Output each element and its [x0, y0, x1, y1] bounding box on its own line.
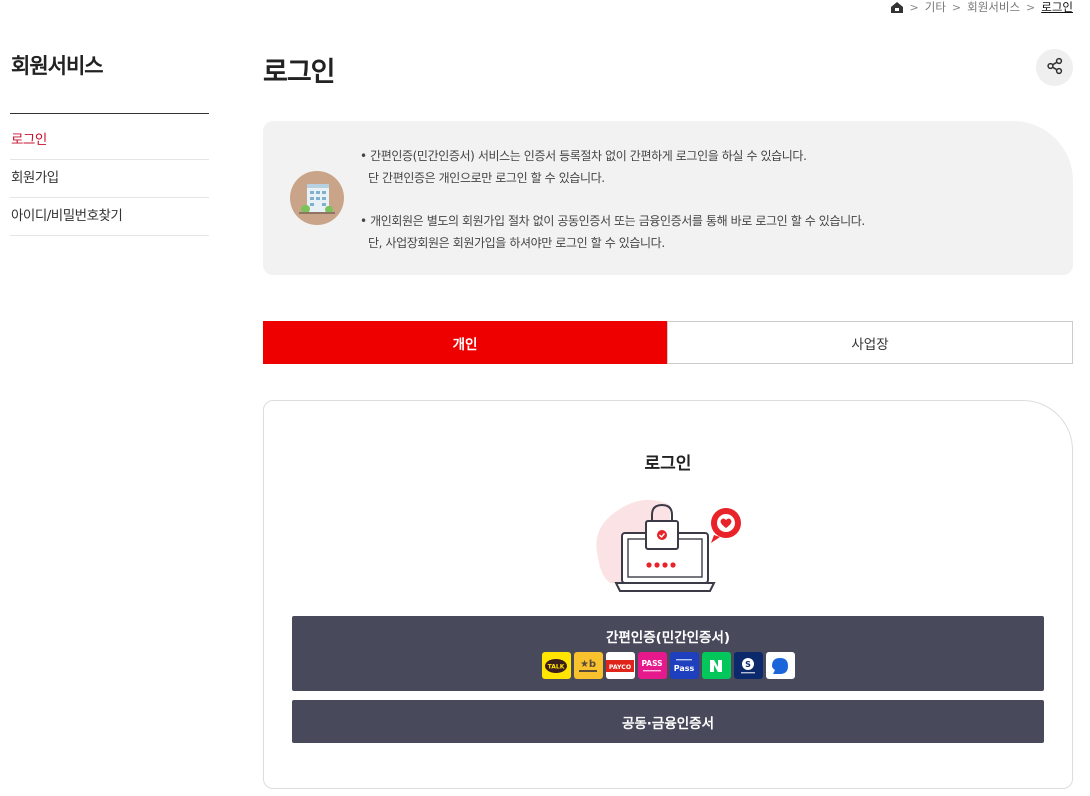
tab-personal[interactable]: 개인 — [263, 321, 667, 364]
sidebar-title: 회원서비스 — [11, 54, 104, 78]
breadcrumb-item[interactable]: 기타 — [925, 0, 946, 15]
svg-text:Pass: Pass — [674, 664, 695, 673]
info-box: • 간편인증(민간인증서) 서비스는 인증서 등록절차 없이 간편하게 로그인을… — [263, 121, 1073, 275]
laptop-lock-icon — [590, 487, 746, 593]
svg-text:PAYCO: PAYCO — [609, 664, 631, 671]
provider-list: TALK ★b PAYCO PASS Pass S — [292, 652, 1044, 679]
svg-text:PASS: PASS — [641, 659, 662, 668]
info-line: • 간편인증(민간인증서) 서비스는 인증서 등록절차 없이 간편하게 로그인을… — [360, 149, 807, 163]
info-line: 단 간편인증은 개인으로만 로그인 할 수 있습니다. — [368, 171, 605, 185]
share-button[interactable] — [1036, 49, 1073, 86]
payco-icon[interactable]: PAYCO — [605, 652, 635, 679]
breadcrumb-item[interactable]: 회원서비스 — [967, 0, 1020, 15]
samsung-pass-icon[interactable]: Pass — [669, 652, 699, 679]
sidebar-item-find-account[interactable]: 아이디/비밀번호찾기 — [10, 198, 209, 236]
sidebar-menu: 로그인 회원가입 아이디/비밀번호찾기 — [10, 122, 209, 236]
sidebar-divider — [10, 113, 209, 114]
login-card: 로그인 간편인증(민간인증서) TALK ★b PAYCO PASS Pass … — [263, 400, 1073, 789]
toss-icon[interactable] — [765, 652, 795, 679]
login-title: 로그인 — [644, 454, 692, 474]
svg-text:TALK: TALK — [548, 663, 565, 670]
svg-text:★b: ★b — [580, 659, 596, 670]
sidebar-item-login[interactable]: 로그인 — [10, 122, 209, 160]
info-line: 단, 사업장회원은 회원가입을 하셔야만 로그인 할 수 있습니다. — [368, 236, 665, 250]
sidebar-item-signup[interactable]: 회원가입 — [10, 160, 209, 198]
svg-text:S: S — [745, 660, 751, 669]
page-title: 로그인 — [263, 57, 336, 88]
building-icon — [290, 171, 344, 225]
chevron-right-icon: > — [951, 0, 962, 14]
shinhan-icon[interactable]: S — [733, 652, 763, 679]
naver-icon[interactable] — [701, 652, 731, 679]
chevron-right-icon: > — [1026, 0, 1036, 14]
kb-icon[interactable]: ★b — [573, 652, 603, 679]
info-text: • 간편인증(민간인증서) 서비스는 인증서 등록절차 없이 간편하게 로그인을… — [360, 145, 865, 254]
breadcrumb-current[interactable]: 로그인 — [1041, 0, 1073, 15]
kakao-talk-icon[interactable]: TALK — [541, 652, 571, 679]
pass-icon[interactable]: PASS — [637, 652, 667, 679]
simple-auth-label: 간편인증(민간인증서) — [605, 630, 731, 646]
breadcrumb: > 기타 > 회원서비스 > 로그인 — [890, 0, 1073, 14]
share-icon — [1046, 57, 1064, 79]
info-line: • 개인회원은 별도의 회원가입 절차 없이 공동인증서 또는 금융인증서를 통… — [360, 214, 865, 228]
chevron-right-icon: > — [909, 0, 919, 14]
home-icon[interactable] — [890, 1, 904, 14]
certificate-login-button[interactable]: 공동·금융인증서 — [292, 700, 1044, 743]
simple-auth-button[interactable]: 간편인증(민간인증서) TALK ★b PAYCO PASS Pass S — [292, 616, 1044, 691]
member-type-tabs: 개인 사업장 — [263, 321, 1073, 364]
tab-business[interactable]: 사업장 — [667, 321, 1073, 364]
